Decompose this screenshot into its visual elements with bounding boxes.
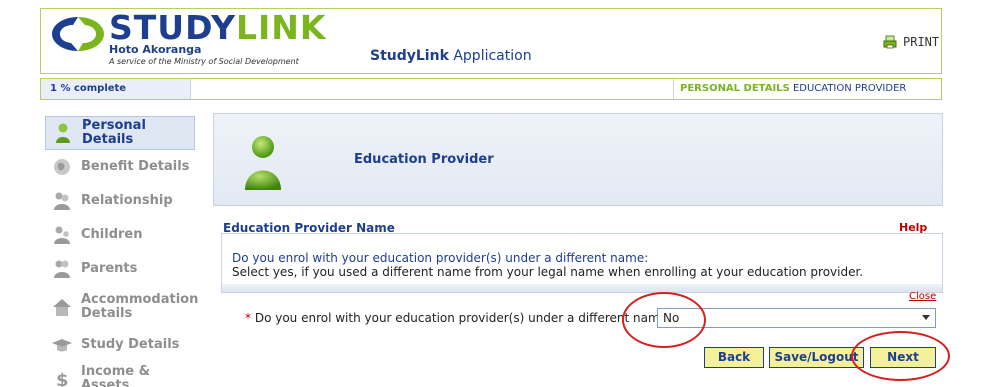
required-marker: *	[245, 311, 251, 325]
logo-wordmark: STUDYLINK	[109, 11, 326, 45]
sidebar-item-label: Children	[81, 227, 143, 242]
logo-tagline: A service of the Ministry of Social Deve…	[109, 57, 299, 66]
progress-bar: 1 % complete PERSONAL DETAILS EDUCATION …	[40, 78, 942, 100]
select-value: No	[663, 311, 680, 325]
sidebar-item-label: Parents	[81, 261, 138, 276]
app-title: StudyLink Application	[370, 48, 532, 64]
save-logout-button[interactable]: Save/Logout	[769, 347, 864, 368]
graduation-cap-icon	[52, 339, 72, 352]
house-icon	[53, 299, 71, 316]
help-box: Do you enrol with your education provide…	[221, 233, 943, 293]
benefit-icon	[54, 159, 70, 175]
question-row: * Do you enrol with your education provi…	[245, 311, 671, 325]
app-title-brand: StudyLink	[370, 48, 449, 64]
sidebar-item-study-details[interactable]: Study Details	[45, 328, 195, 362]
person-icon	[56, 123, 70, 143]
sidebar-item-label: Personal Details	[82, 118, 146, 147]
sidebar-item-label: Relationship	[81, 193, 173, 208]
progress-text: 1 % complete	[50, 83, 127, 94]
sidebar-item-relationship[interactable]: Relationship	[45, 184, 195, 218]
app-title-rest: Application	[448, 48, 532, 64]
chevron-down-icon	[922, 315, 930, 320]
dollar-icon: $	[56, 370, 69, 387]
sidebar-item-income-assets[interactable]: $ Income & Assets	[45, 362, 195, 387]
children-icon	[54, 226, 70, 244]
sidebar-item-parents[interactable]: Parents	[45, 252, 195, 286]
panel-title: Education Provider	[354, 152, 494, 167]
question-label: Do you enrol with your education provide…	[254, 311, 672, 325]
logo-subtitle: Hoto Akoranga	[109, 43, 202, 56]
help-box-footer	[222, 284, 942, 292]
help-question: Do you enrol with your education provide…	[232, 251, 649, 265]
breadcrumb: PERSONAL DETAILS EDUCATION PROVIDER	[673, 79, 941, 99]
print-label: PRINT	[903, 35, 940, 49]
help-description: Select yes, if you used a different name…	[232, 265, 864, 279]
sidebar-item-personal-details[interactable]: Personal Details	[45, 116, 195, 150]
sidebar-nav: Personal Details Benefit Details Relatio…	[45, 116, 199, 387]
logo-word-link: LINK	[235, 8, 327, 47]
sidebar-item-label: Income & Assets	[81, 364, 150, 387]
printer-icon	[883, 35, 897, 49]
sidebar-item-label: Accommodation Details	[81, 292, 199, 321]
different-name-select[interactable]: No	[657, 308, 936, 328]
sidebar-item-accommodation[interactable]: Accommodation Details	[45, 286, 199, 328]
print-button[interactable]: PRINT	[883, 35, 939, 49]
section-header-panel: Education Provider	[213, 113, 943, 206]
close-help-link[interactable]: Close	[909, 291, 936, 302]
svg-text:$: $	[56, 370, 69, 387]
logo-word-study: STUDY	[109, 8, 236, 47]
breadcrumb-education-provider[interactable]: EDUCATION PROVIDER	[793, 83, 906, 94]
sidebar-item-label: Study Details	[81, 337, 180, 352]
studylink-logo-icon	[52, 17, 104, 51]
back-button[interactable]: Back	[704, 347, 764, 368]
next-button[interactable]: Next	[870, 347, 936, 368]
sidebar-item-benefit-details[interactable]: Benefit Details	[45, 150, 195, 184]
site-header: STUDYLINK Hoto Akoranga A service of the…	[40, 8, 942, 74]
parents-icon	[54, 260, 70, 278]
relationship-icon	[54, 192, 70, 210]
progress-indicator: 1 % complete	[41, 79, 191, 99]
sidebar-item-label: Benefit Details	[81, 159, 190, 174]
breadcrumb-personal-details[interactable]: PERSONAL DETAILS	[680, 83, 790, 94]
person-icon	[245, 136, 281, 190]
sidebar-item-children[interactable]: Children	[45, 218, 195, 252]
